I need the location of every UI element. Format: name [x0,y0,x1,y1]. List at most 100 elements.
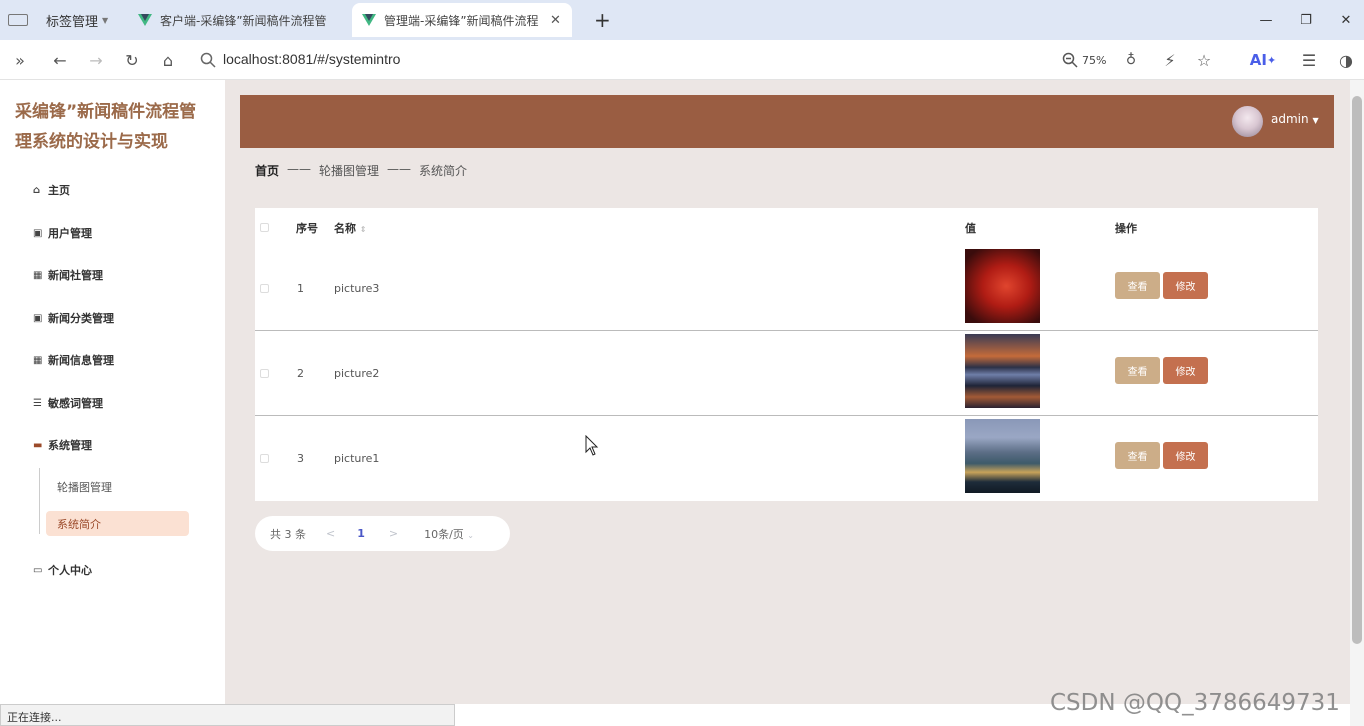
user-menu[interactable]: admin ▼ [1271,112,1319,126]
menu-sensitive-words[interactable]: ☰ 敏感词管理 [33,395,103,411]
menu-personal-center[interactable]: ▭ 个人中心 [33,562,92,578]
row-checkbox[interactable] [260,369,269,378]
row-image-thumbnail [965,419,1040,493]
row-checkbox[interactable] [260,454,269,463]
tab-label: 管理端-采编锋”新闻稿件流程 [384,13,539,28]
menu-label: 个人中心 [48,564,92,577]
system-title: 采编锋”新闻稿件流程管理系统的设计与实现 [15,102,197,152]
menu-label: 新闻信息管理 [48,354,114,367]
ai-button[interactable]: AI ✦ [1246,40,1280,80]
page-number[interactable]: 1 [357,527,365,540]
menu-newsroom-management[interactable]: ▦ 新闻社管理 [33,267,103,283]
submenu-carousel[interactable]: 轮播图管理 [57,479,112,495]
row-image-thumbnail [965,334,1040,408]
restore-icon[interactable]: ❐ [1286,0,1326,40]
page-size-select[interactable]: 10条/页 ⌄ [424,526,474,542]
sidebar-toggle-icon[interactable] [8,14,28,26]
browser-tab-admin[interactable]: 管理端-采编锋”新闻稿件流程 ✕ [352,3,572,37]
edit-button[interactable]: 修改 [1163,442,1208,469]
row-name: picture2 [334,367,380,380]
sort-icon[interactable]: ⇕ [360,225,367,234]
main-content: admin ▼ 首页 —— 轮播图管理 —— 系统简介 序号 名称 ⇕ 值 操作… [225,80,1350,704]
menu-home[interactable]: ⌂ 主页 [33,182,70,198]
url-field[interactable]: localhost:8081/#/systemintro [223,51,400,67]
window-icon: ▭ [33,564,43,576]
browser-tab-client[interactable]: 客户端-采编锋”新闻稿件流程管 [128,3,348,37]
menu-label: 系统管理 [48,439,92,452]
top-header: admin ▼ [240,95,1334,148]
browser-tab-bar: 标签管理 ▼ 客户端-采编锋”新闻稿件流程管 管理端-采编锋”新闻稿件流程 ✕ … [0,0,1364,40]
select-all-checkbox[interactable] [260,223,269,232]
column-value: 值 [965,222,976,235]
edit-button[interactable]: 修改 [1163,272,1208,299]
reload-icon[interactable]: ↻ [117,40,147,80]
address-bar: » ← → ↻ ⌂ localhost:8081/#/systemintro 7… [0,40,1364,80]
back-icon[interactable]: ← [45,40,75,80]
chevron-down-icon[interactable]: ▼ [102,16,108,25]
view-button[interactable]: 查看 [1115,357,1160,384]
vue-logo-icon [362,14,376,26]
prev-page-button[interactable]: < [326,527,335,540]
close-tab-icon[interactable]: ✕ [550,13,561,28]
tab-group[interactable]: 标签管理 ▼ [0,0,108,40]
breadcrumb-carousel[interactable]: 轮播图管理 [319,162,379,179]
menu-label: 主页 [48,184,70,197]
column-operations: 操作 [1115,222,1137,235]
row-index: 3 [297,452,304,465]
breadcrumb-home[interactable]: 首页 [255,162,279,179]
tab-label: 客户端-采编锋”新闻稿件流程管 [160,13,327,28]
breadcrumb-system-intro: 系统简介 [419,164,468,178]
home-icon: ⌂ [33,184,41,196]
view-button[interactable]: 查看 [1115,442,1160,469]
view-button[interactable]: 查看 [1115,272,1160,299]
breadcrumb: 首页 —— 轮播图管理 —— 系统简介 [255,162,467,179]
home-icon[interactable]: ⌂ [153,40,183,80]
pagination: 共 3 条 < 1 > 10条/页 ⌄ [255,516,510,551]
reading-list-icon[interactable]: ☰ [1294,40,1324,80]
table-row: 1 picture3 查看 修改 [255,246,1318,331]
status-bar: 正在连接... [0,704,455,726]
avatar[interactable] [1232,106,1263,137]
menu-label: 新闻社管理 [48,269,103,282]
list-icon: ☰ [33,397,42,409]
expand-icon[interactable]: » [5,40,35,80]
menu-label: 新闻分类管理 [48,312,114,325]
column-name[interactable]: 名称 ⇕ [334,220,367,236]
forward-icon[interactable]: → [81,40,111,80]
monitor-icon: ▬ [33,439,43,451]
breadcrumb-separator: —— [287,162,312,176]
next-page-button[interactable]: > [389,527,398,540]
row-image-thumbnail [965,249,1040,323]
row-index: 2 [297,367,304,380]
data-table: 序号 名称 ⇕ 值 操作 1 picture3 查看 修改 2 picture2… [255,208,1318,501]
menu-news-info-management[interactable]: ▦ 新闻信息管理 [33,352,114,368]
caret-down-icon: ▼ [1312,116,1319,125]
tab-group-label[interactable]: 标签管理 [46,11,98,30]
edit-button[interactable]: 修改 [1163,357,1208,384]
submenu-line [39,468,40,534]
new-tab-button[interactable]: + [594,8,611,32]
pagination-total: 共 3 条 [270,527,306,541]
clipboard-icon: ▣ [33,312,43,324]
menu-news-category-management[interactable]: ▣ 新闻分类管理 [33,310,114,326]
scrollbar-thumb[interactable] [1352,96,1362,644]
vue-logo-icon [138,14,152,26]
grid-icon: ▦ [33,354,43,366]
zoom-indicator[interactable]: 75% [1062,52,1106,68]
lightning-icon[interactable]: ⚡ [1155,40,1185,80]
minimize-icon[interactable]: — [1246,0,1286,40]
mouse-cursor-icon [585,435,599,456]
grid-icon: ▦ [33,269,43,281]
search-icon [200,52,216,68]
user-card-icon: ▣ [33,227,43,239]
star-icon[interactable]: ☆ [1189,40,1219,80]
location-icon[interactable]: ♁ [1116,40,1146,80]
close-window-icon[interactable]: ✕ [1326,0,1364,40]
row-checkbox[interactable] [260,284,269,293]
chevron-down-icon: ⌄ [467,530,474,540]
menu-system-management[interactable]: ▬ 系统管理 [33,437,92,453]
extensions-icon[interactable]: ◑ [1331,40,1361,80]
menu-user-management[interactable]: ▣ 用户管理 [33,225,92,241]
table-row: 3 picture1 查看 修改 [255,416,1318,501]
submenu-system-intro[interactable]: 系统简介 [57,516,101,532]
